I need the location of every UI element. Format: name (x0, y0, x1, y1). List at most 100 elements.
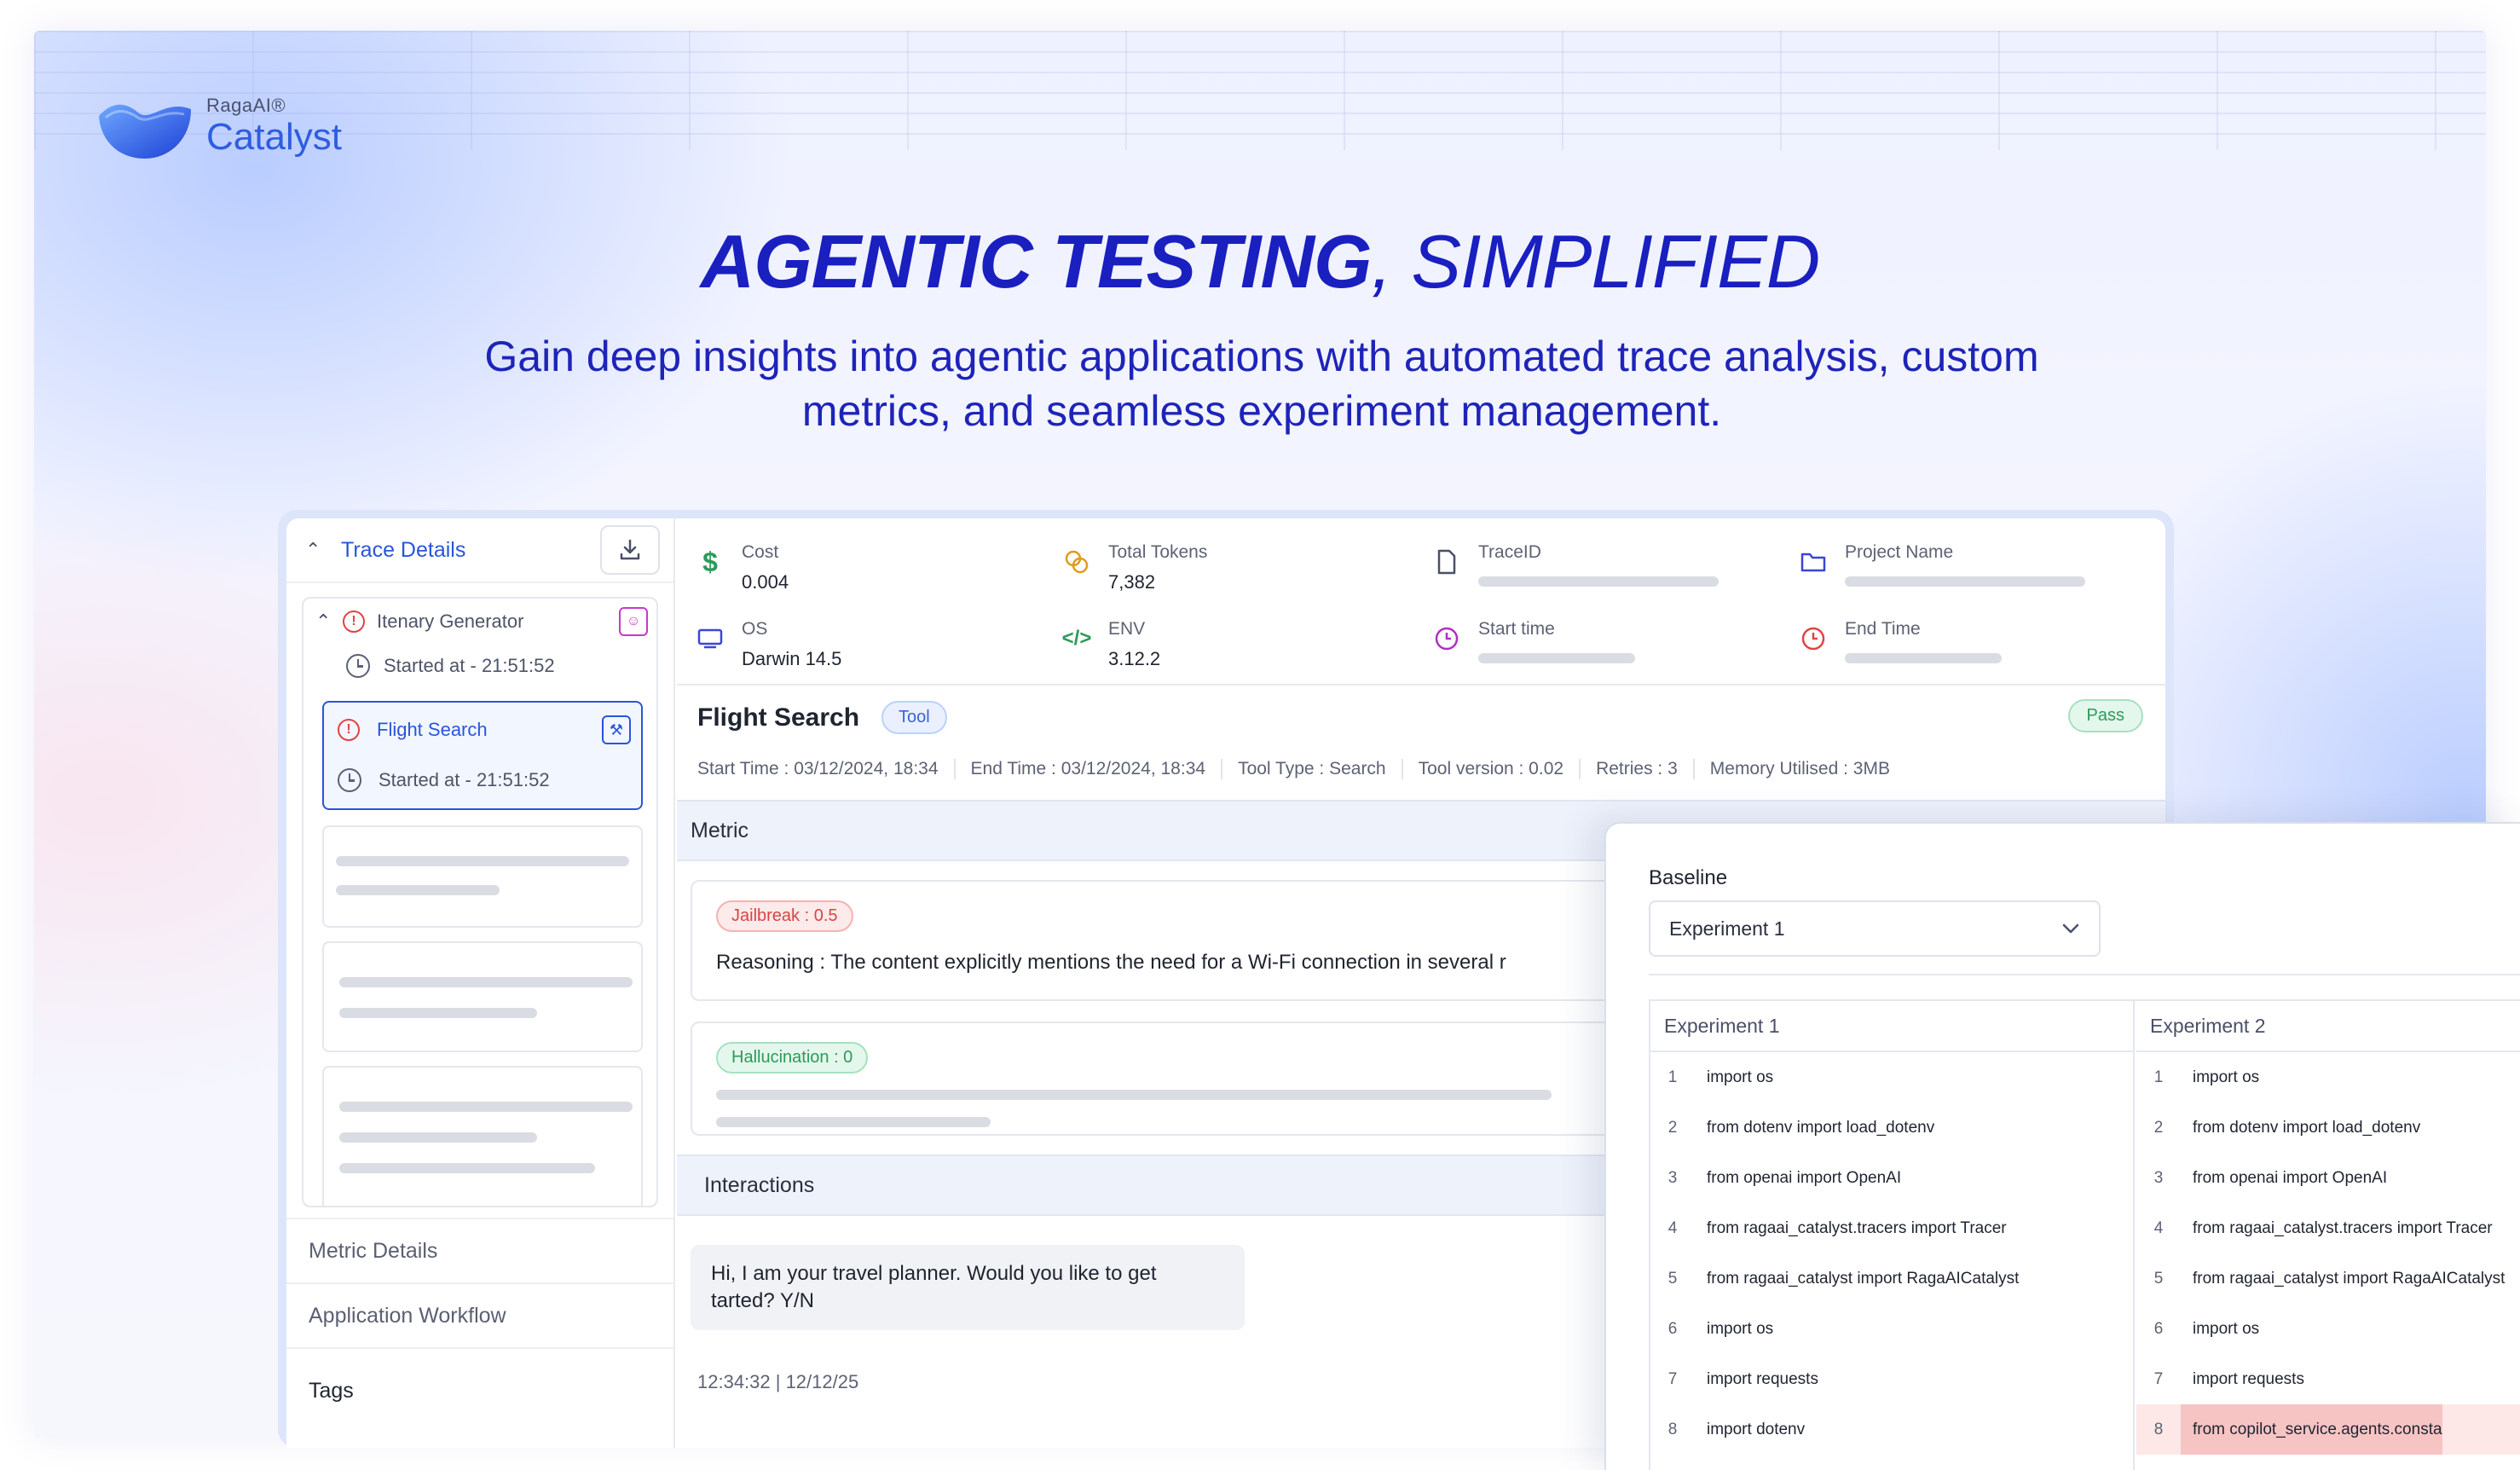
decorative-grid (34, 31, 2486, 150)
trace-sidebar: ⌃ Trace Details ⌃ ! Itenary Generator ☺ (286, 518, 675, 1448)
stat-label: Total Tokens (1108, 542, 1208, 562)
reasoning-label: Reasoning : (716, 951, 826, 974)
metric-card-hallucination: Hallucination : 0 (691, 1021, 1714, 1136)
code-icon: </> (1061, 627, 1092, 650)
trace-details-title[interactable]: Trace Details (341, 538, 600, 563)
code-line: 2 from dotenv import load_dotenv (1667, 1118, 1935, 1137)
text-placeholder (716, 1090, 1552, 1100)
column-header: Experiment 1 (1650, 1001, 2133, 1052)
jailbreak-pill: Jailbreak : 0.5 (716, 900, 853, 932)
code-line: 4 from ragaai_catalyst.tracers import Tra… (1667, 1218, 2007, 1237)
baseline-label: Baseline (1649, 866, 1728, 889)
sidebar-section-tags[interactable]: Tags (286, 1347, 675, 1432)
hero-headline: AGENTIC TESTING, SIMPLIFIED (34, 218, 2486, 305)
brand-small-text: RagaAI® (206, 95, 286, 116)
meta-memory: Memory Utilised : 3MB (1709, 759, 1890, 778)
subtitle-line-1: Gain deep insights into agentic applicat… (484, 333, 2039, 380)
chat-message: Hi, I am your travel planner. Would you … (691, 1245, 1245, 1330)
brand-name: Catalyst (206, 116, 342, 158)
hallucination-pill: Hallucination : 0 (716, 1042, 869, 1074)
expand-chevron-icon[interactable]: ⌃ (315, 611, 336, 633)
folder-icon (1799, 547, 1828, 576)
meta-end-time: End Time : 03/12/2024, 18:34 (956, 759, 1223, 779)
code-diff-table: Experiment 1 1 import os 2 from dotenv imp… (1649, 999, 2520, 1470)
value-placeholder (1845, 576, 2085, 587)
agent-badge-icon: ☺ (619, 607, 648, 636)
alert-icon: ! (343, 611, 365, 633)
coins-icon (1062, 547, 1091, 576)
dollar-icon: $ (702, 546, 718, 577)
stat-total-tokens: Total Tokens 7,382 (1062, 542, 1207, 593)
node-label: Itenary Generator (377, 611, 524, 632)
stat-label: OS (742, 619, 768, 639)
stat-label: ENV (1108, 619, 1146, 639)
stat-value: 3.12.2 (1108, 648, 1161, 669)
baseline-selected-value: Experiment 1 (1669, 917, 1785, 940)
meta-tool-type: Tool Type : Search (1222, 759, 1403, 779)
code-line: 3 from openai import OpenAI (1667, 1168, 1902, 1187)
clock-icon (1432, 624, 1461, 653)
stat-label: TraceID (1478, 542, 1541, 562)
trace-stats: $ Cost 0.004 Total Tokens 7,382 TraceID (677, 518, 2165, 686)
trace-tree: ⌃ ! Itenary Generator ☺ Started at - 21:… (302, 597, 658, 1207)
monitor-icon (696, 624, 725, 653)
stat-label: Cost (742, 542, 779, 562)
experiment-2-column: Experiment 2 1 import os 2 from dotenv imp… (2136, 1001, 2520, 1470)
experiment-compare-panel: Baseline Experiment 1 Experiment 1 1 impo… (1604, 822, 2520, 1470)
subtitle-line-2: metrics, and seamless experiment managem… (801, 387, 1722, 435)
code-line: 6 import os (2153, 1319, 2260, 1338)
text-placeholder (716, 1117, 991, 1127)
code-line-diff: 8 from copilot_service.agents.consta (2136, 1404, 2520, 1455)
catalyst-logo-icon (99, 104, 191, 159)
code-line: 7 import requests (2153, 1369, 2304, 1388)
tool-title: Flight Search (697, 703, 860, 732)
tool-type-pill: Tool (881, 701, 947, 734)
stat-cost: $ Cost 0.004 (696, 542, 789, 593)
column-header: Experiment 2 (2136, 1001, 2520, 1052)
stat-label: Start time (1478, 619, 1555, 639)
code-line: 1 import os (1667, 1068, 1774, 1086)
code-line: 6 import os (1667, 1319, 1774, 1338)
node-started: Started at - 21:51:52 (379, 769, 550, 790)
tree-node-itenary-generator[interactable]: ⌃ ! Itenary Generator ☺ Started at - 21:… (315, 607, 648, 680)
code-line: 4 from ragaai_catalyst.tracers import Tra… (2153, 1218, 2493, 1237)
hero-subtitle: Gain deep insights into agentic applicat… (426, 329, 2097, 438)
stat-value: Darwin 14.5 (742, 648, 842, 669)
stat-os: OS Darwin 14.5 (696, 619, 841, 670)
meta-retries: Retries : 3 (1581, 759, 1695, 779)
stat-label: End Time (1845, 619, 1921, 639)
chat-timestamp: 12:34:32 | 12/12/25 (697, 1371, 859, 1392)
stat-value: 7,382 (1108, 571, 1156, 593)
stat-trace-id: TraceID (1432, 542, 1719, 587)
document-icon (1432, 547, 1461, 576)
tree-node-flight-search[interactable]: ! Flight Search ⚒ Started at - 21:51:52 (322, 701, 643, 810)
code-line: 5 from ragaai_catalyst import RagaAICatal… (1667, 1269, 2020, 1288)
experiment-1-column: Experiment 1 1 import os 2 from dotenv imp… (1650, 1001, 2135, 1470)
meta-start-time: Start Time : 03/12/2024, 18:34 (697, 759, 956, 779)
code-line: 7 import requests (1667, 1369, 1818, 1388)
collapse-chevron-icon[interactable]: ⌃ (305, 539, 324, 561)
node-started: Started at - 21:51:52 (384, 655, 555, 676)
code-line: 1 import os (2153, 1068, 2260, 1086)
stat-env: </> ENV 3.12.2 (1061, 619, 1161, 670)
clock-icon (338, 768, 361, 792)
sidebar-section-application-workflow[interactable]: Application Workflow (286, 1282, 675, 1347)
value-placeholder (1478, 653, 1635, 663)
code-line: 2 from dotenv import load_dotenv (2153, 1118, 2421, 1137)
tree-node-placeholder (322, 825, 643, 928)
baseline-select[interactable]: Experiment 1 (1649, 900, 2101, 957)
sidebar-section-metric-details[interactable]: Metric Details (286, 1218, 675, 1282)
headline-light: , SIMPLIFIED (1371, 219, 1820, 304)
status-badge: Pass (2067, 699, 2143, 732)
stat-label: Project Name (1845, 542, 1954, 562)
tool-meta: Start Time : 03/12/2024, 18:34 End Time … (697, 759, 1905, 779)
download-button[interactable] (600, 525, 660, 575)
metric-card-jailbreak: Jailbreak : 0.5 Reasoning : The content … (691, 880, 1714, 1001)
reasoning-text: Reasoning : The content explicitly menti… (716, 951, 1688, 975)
tree-node-placeholder (322, 1066, 643, 1206)
node-label: Flight Search (377, 719, 488, 740)
clock-icon (346, 654, 370, 678)
alert-icon: ! (338, 719, 360, 741)
stat-start-time: Start time (1432, 619, 1635, 663)
tool-wrench-icon: ⚒ (602, 715, 631, 744)
